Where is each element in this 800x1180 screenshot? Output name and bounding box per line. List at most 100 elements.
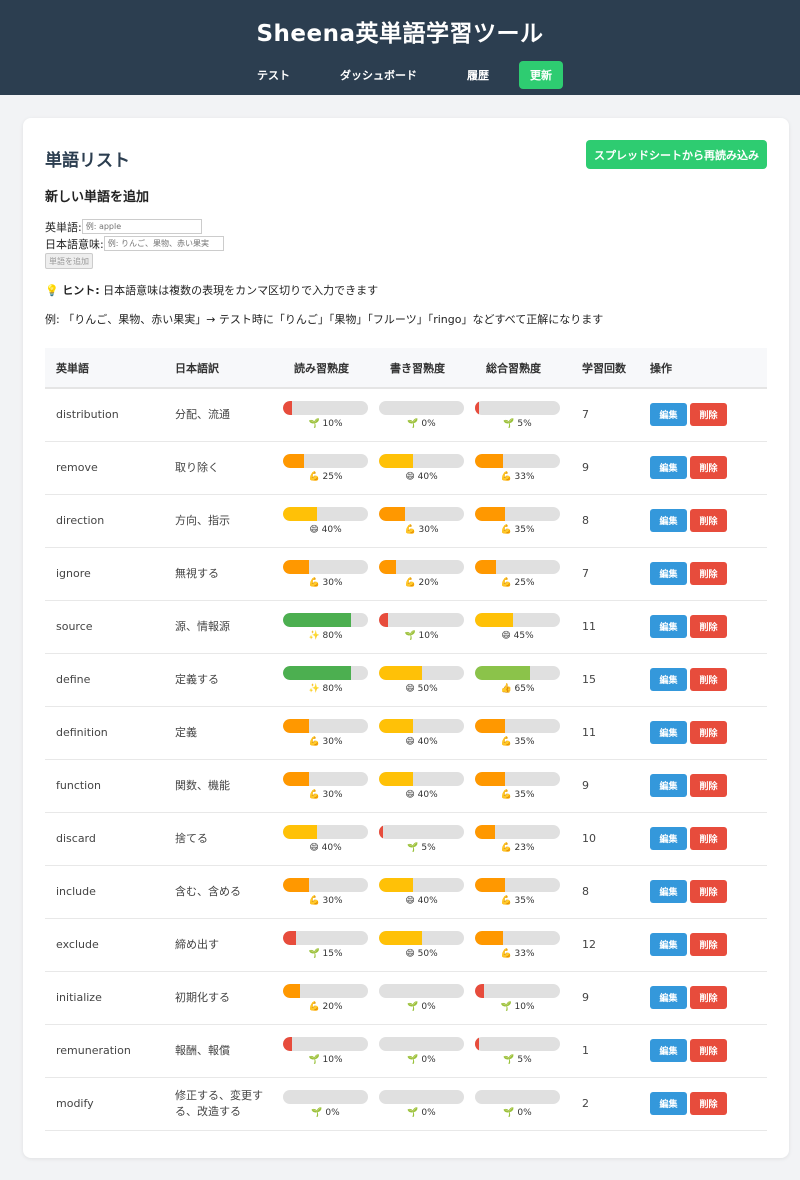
write-mastery-cell: 😄 40% — [379, 706, 475, 759]
level-icon: 💪 — [500, 736, 512, 747]
read-mastery-cell: 😄 40% — [283, 812, 379, 865]
actions-cell: 編集 削除 — [639, 494, 767, 547]
total-mastery-label: 💪 35% — [500, 736, 535, 747]
level-icon: 💪 — [404, 524, 416, 535]
japanese-input[interactable] — [103, 236, 224, 251]
edit-button[interactable]: 編集 — [650, 562, 687, 585]
write-mastery-label: 💪 20% — [404, 577, 439, 588]
edit-button[interactable]: 編集 — [650, 1039, 687, 1062]
table-row: initialize 初期化する 💪 20% 🌱 0% 🌱 10% 9 編集 削… — [45, 971, 767, 1024]
delete-button[interactable]: 削除 — [690, 403, 727, 427]
write-mastery-bar-fill — [379, 877, 413, 892]
level-icon: 💪 — [404, 577, 416, 588]
delete-button[interactable]: 削除 — [690, 1039, 727, 1062]
total-mastery-label: 🌱 0% — [503, 1107, 532, 1118]
delete-button[interactable]: 削除 — [690, 1092, 727, 1115]
edit-button[interactable]: 編集 — [650, 668, 687, 691]
edit-button[interactable]: 編集 — [650, 933, 687, 956]
total-mastery-bar-fill — [475, 771, 505, 786]
edit-button[interactable]: 編集 — [650, 509, 687, 532]
read-mastery-bar — [283, 506, 368, 521]
study-count: 15 — [582, 673, 596, 686]
hint-label: ヒント: — [62, 284, 100, 297]
write-mastery-bar-fill — [379, 453, 413, 468]
reload-from-spreadsheet-button[interactable]: スプレッドシートから再読み込み — [586, 140, 767, 169]
edit-button[interactable]: 編集 — [650, 774, 687, 797]
table-row: ignore 無視する 💪 30% 💪 20% � — [45, 547, 767, 600]
table-row: direction 方向、指示 😄 40% 💪 30% 💪 35% 8 編集 削… — [45, 494, 767, 547]
table-row: definition 定義 💪 30% 😄 40% 💪 35% 11 編集 削除 — [45, 706, 767, 759]
delete-button[interactable]: 削除 — [690, 721, 727, 744]
word-english: ignore — [56, 567, 91, 580]
read-mastery-bar — [283, 400, 368, 415]
english-input[interactable] — [81, 219, 202, 234]
read-mastery-bar-fill — [283, 824, 317, 839]
edit-button[interactable]: 編集 — [650, 1092, 687, 1115]
read-mastery-bar — [283, 1089, 368, 1104]
delete-button[interactable]: 削除 — [690, 827, 727, 850]
word-japanese: 方向、指示 — [175, 513, 230, 527]
delete-button[interactable]: 削除 — [690, 509, 727, 532]
total-mastery-cell: 💪 35% — [475, 865, 571, 918]
delete-button[interactable]: 削除 — [690, 456, 727, 479]
total-mastery-bar — [475, 1036, 560, 1051]
total-mastery-bar-fill — [475, 983, 484, 998]
english-label: 英単語: — [45, 220, 82, 234]
add-word-button[interactable]: 単語を追加 — [45, 253, 93, 269]
level-icon: 🌱 — [308, 418, 320, 429]
total-mastery-bar-fill — [475, 612, 514, 627]
write-mastery-bar-fill — [379, 612, 388, 627]
delete-button[interactable]: 削除 — [690, 615, 727, 638]
actions-cell: 編集 削除 — [639, 388, 767, 441]
word-english: exclude — [56, 938, 99, 951]
total-mastery-cell: 😄 45% — [475, 600, 571, 653]
edit-button[interactable]: 編集 — [650, 986, 687, 1009]
write-mastery-bar — [379, 1036, 464, 1051]
table-row: remove 取り除く 💪 25% 😄 40% � — [45, 441, 767, 494]
nav-update[interactable]: 更新 — [519, 61, 563, 89]
word-japanese: 修正する、変更する、改造する — [175, 1088, 263, 1118]
level-icon: 🌱 — [407, 1001, 419, 1012]
nav-dashboard[interactable]: ダッシュボード — [320, 61, 437, 89]
delete-button[interactable]: 削除 — [690, 986, 727, 1009]
delete-button[interactable]: 削除 — [690, 933, 727, 956]
read-mastery-cell: 💪 30% — [283, 865, 379, 918]
edit-button[interactable]: 編集 — [650, 827, 687, 850]
word-english: include — [56, 885, 96, 898]
col-write: 書き習熟度 — [390, 361, 445, 375]
delete-button[interactable]: 削除 — [690, 774, 727, 797]
delete-button[interactable]: 削除 — [690, 880, 727, 903]
total-mastery-bar — [475, 559, 560, 574]
delete-button[interactable]: 削除 — [690, 668, 727, 691]
read-mastery-label: 😄 40% — [309, 842, 342, 853]
write-mastery-label: 🌱 0% — [407, 1107, 436, 1118]
edit-button[interactable]: 編集 — [650, 721, 687, 744]
total-mastery-label: 🌱 5% — [503, 418, 532, 429]
write-mastery-bar — [379, 824, 464, 839]
edit-button[interactable]: 編集 — [650, 403, 687, 427]
read-mastery-bar — [283, 612, 368, 627]
write-mastery-cell: 🌱 10% — [379, 600, 475, 653]
write-mastery-cell: 💪 30% — [379, 494, 475, 547]
edit-button[interactable]: 編集 — [650, 456, 687, 479]
read-mastery-bar-fill — [283, 771, 309, 786]
level-icon: 💪 — [500, 524, 512, 535]
nav-test[interactable]: テスト — [237, 61, 310, 89]
total-mastery-bar — [475, 824, 560, 839]
level-icon: 😄 — [501, 630, 511, 641]
write-mastery-cell: 🌱 0% — [379, 388, 475, 441]
study-count: 1 — [582, 1044, 589, 1057]
delete-button[interactable]: 削除 — [690, 562, 727, 585]
total-mastery-bar — [475, 665, 560, 680]
nav-history[interactable]: 履歴 — [447, 61, 509, 89]
total-mastery-cell: 💪 23% — [475, 812, 571, 865]
edit-button[interactable]: 編集 — [650, 880, 687, 903]
read-mastery-label: 🌱 0% — [311, 1107, 340, 1118]
write-mastery-label: 🌱 0% — [407, 418, 436, 429]
total-mastery-bar — [475, 983, 560, 998]
level-icon: 💪 — [500, 577, 512, 588]
total-mastery-bar — [475, 1089, 560, 1104]
level-icon: 🌱 — [308, 948, 320, 959]
edit-button[interactable]: 編集 — [650, 615, 687, 638]
total-mastery-label: 👍 65% — [500, 683, 535, 694]
